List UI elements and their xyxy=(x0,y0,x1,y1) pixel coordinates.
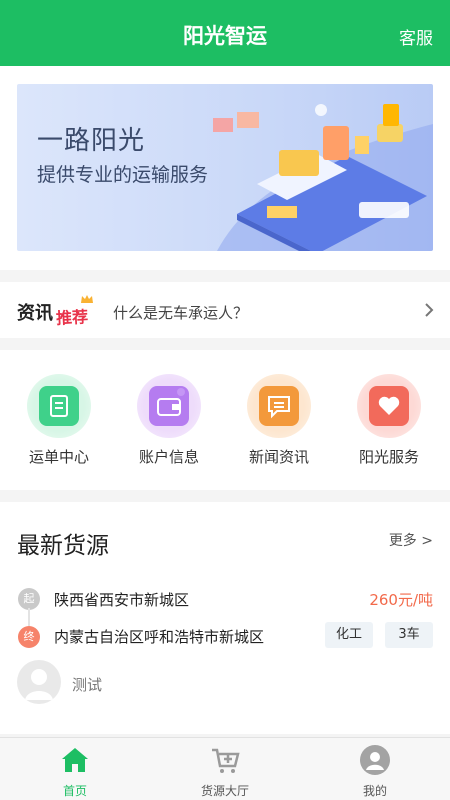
tab-home[interactable]: 首页 xyxy=(0,738,150,800)
user-icon xyxy=(360,745,390,775)
news-tag: 资讯 xyxy=(17,303,53,324)
vehicle-count-chip: 3车 xyxy=(385,622,433,648)
menu-item-waybill[interactable]: 运单中心 xyxy=(11,372,107,472)
crown-icon xyxy=(81,295,93,303)
destination-badge: 终 xyxy=(18,626,40,648)
quick-menu: 运单中心 账户信息 新闻资讯 阳光服务 xyxy=(0,350,450,490)
menu-label-service: 阳光服务 xyxy=(358,448,419,466)
message-icon xyxy=(259,386,299,426)
customer-service-button[interactable]: 客服 xyxy=(399,24,433,49)
price-label: 260元/吨 xyxy=(369,591,433,609)
menu-item-account[interactable]: 账户信息 xyxy=(121,372,217,472)
menu-label-account: 账户信息 xyxy=(138,448,199,466)
tab-label-home: 首页 xyxy=(62,784,87,798)
bottom-tab-bar: 首页 货源大厅 我的 xyxy=(0,737,450,800)
latest-cargo-section: 最新货源 更多 > 起 终 陕西省西安市新城区 内蒙古自治区呼和浩特市新城区 2… xyxy=(0,502,450,734)
destination-address: 内蒙古自治区呼和浩特市新城区 xyxy=(54,628,265,646)
menu-label-news: 新闻资讯 xyxy=(248,448,309,466)
avatar xyxy=(17,660,61,704)
menu-item-service[interactable]: 阳光服务 xyxy=(341,372,437,472)
tab-label-profile: 我的 xyxy=(362,784,387,798)
menu-label-waybill: 运单中心 xyxy=(28,448,89,466)
section-title: 最新货源 xyxy=(17,533,109,559)
receipt-icon xyxy=(39,386,79,426)
news-headline[interactable]: 什么是无车承运人？ xyxy=(113,302,248,323)
tab-label-cargo-hall: 货源大厅 xyxy=(200,784,249,798)
home-icon xyxy=(62,748,88,772)
banner-section: 一路阳光 提供专业的运输服务 xyxy=(0,66,450,270)
origin-badge: 起 xyxy=(18,588,40,610)
tab-cargo-hall[interactable]: 货源大厅 xyxy=(150,738,300,800)
promo-banner[interactable]: 一路阳光 提供专业的运输服务 xyxy=(17,84,433,251)
app-header: 阳光智运 客服 xyxy=(0,0,450,66)
publisher-name: 测试 xyxy=(72,676,103,694)
app-title: 阳光智运 xyxy=(183,24,267,48)
origin-address: 陕西省西安市新城区 xyxy=(54,591,190,609)
chevron-right-icon[interactable] xyxy=(423,301,435,319)
menu-item-news[interactable]: 新闻资讯 xyxy=(231,372,327,472)
more-link[interactable]: 更多 > xyxy=(389,530,433,550)
logistics-illustration xyxy=(213,104,433,251)
cart-icon xyxy=(212,748,240,773)
news-ticker[interactable]: 资讯 推荐 什么是无车承运人？ xyxy=(0,282,450,338)
cargo-type-chip: 化工 xyxy=(325,622,373,648)
heart-icon xyxy=(369,386,409,426)
wallet-icon xyxy=(149,386,189,426)
route-connector xyxy=(28,608,30,626)
news-tag-recommend: 推荐 xyxy=(55,307,89,328)
tab-profile[interactable]: 我的 xyxy=(300,738,450,800)
